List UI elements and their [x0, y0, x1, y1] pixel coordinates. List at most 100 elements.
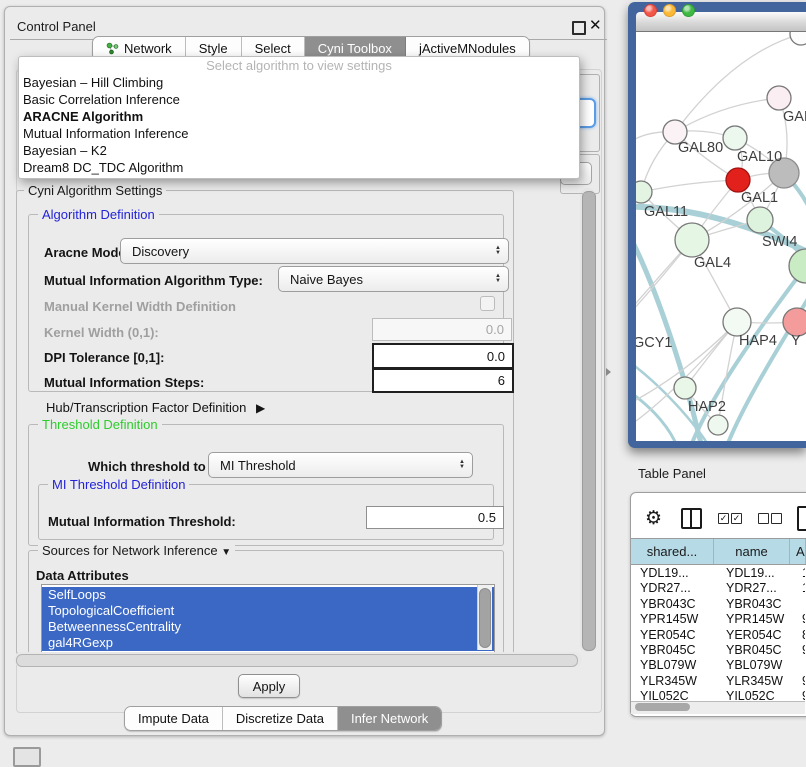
network-node[interactable] — [783, 308, 806, 336]
table-function-icon-partial[interactable] — [797, 506, 806, 531]
attr-list-scrollbar-thumb[interactable] — [479, 588, 491, 648]
table-cell: YER054C — [631, 628, 725, 643]
mi-steps-input[interactable]: 6 — [372, 368, 514, 393]
network-edge[interactable] — [636, 380, 678, 441]
tab-network-label: Network — [124, 41, 172, 56]
expand-right-icon: ▶ — [256, 401, 265, 415]
minimized-panel-icon[interactable] — [13, 747, 41, 767]
kernel-width-value: 0.0 — [486, 322, 504, 337]
network-node[interactable] — [675, 223, 709, 257]
network-edge[interactable] — [641, 180, 738, 192]
network-node[interactable] — [723, 126, 747, 150]
network-graph[interactable]: GALGAL80GAL10GAL1GAL11GAL4SWI4GCY1HAP4YH… — [636, 32, 806, 441]
apply-button[interactable]: Apply — [238, 674, 300, 698]
table-row[interactable]: YBL079WYBL079W — [631, 658, 805, 673]
network-edge[interactable] — [675, 98, 779, 132]
algorithm-option[interactable]: Bayesian – K2 — [19, 142, 579, 159]
data-attribute-item[interactable]: SelfLoops — [42, 587, 494, 603]
network-node[interactable] — [789, 249, 806, 283]
sources-title[interactable]: Sources for Network Inference ▼ — [38, 544, 235, 559]
panel-title: Control Panel — [17, 19, 96, 34]
float-window-icon[interactable] — [572, 21, 586, 35]
close-traffic-light[interactable] — [644, 4, 657, 17]
table-row[interactable]: YLR345WYLR345W9. — [631, 674, 805, 689]
tab-infer-network[interactable]: Infer Network — [338, 707, 441, 730]
table-cell: YBR045C — [631, 643, 725, 658]
table-body[interactable]: YDL19...YDL19...13YDR27...YDR27...12YBR0… — [631, 563, 805, 701]
table-row[interactable]: YDL19...YDL19...13 — [631, 566, 805, 581]
column-header-partial[interactable]: A — [790, 539, 806, 564]
combo-stepper-icon: ▲▼ — [495, 274, 501, 284]
unchecked-checkbox-icon[interactable] — [771, 513, 782, 524]
network-window-titlebar[interactable] — [636, 12, 806, 32]
which-threshold-combobox[interactable]: MI Threshold ▲▼ — [208, 452, 473, 478]
network-node[interactable] — [767, 86, 791, 110]
manual-kernel-label: Manual Kernel Width Definition — [44, 299, 236, 314]
manual-kernel-checkbox[interactable] — [480, 296, 495, 311]
combo-stepper-icon: ▲▼ — [495, 246, 501, 256]
table-row[interactable]: YBR045CYBR045C9. — [631, 643, 805, 658]
mi-type-value: Naive Bayes — [290, 272, 363, 287]
network-node[interactable] — [636, 181, 652, 203]
table-row[interactable]: YDR27...YDR27...12 — [631, 581, 805, 596]
data-attribute-item[interactable]: BetweennessCentrality — [42, 619, 494, 635]
tab-impute-data[interactable]: Impute Data — [125, 707, 223, 730]
table-cell: YPR145W — [631, 612, 725, 627]
table-row[interactable]: YPR145WYPR145W9. — [631, 612, 805, 627]
data-attribute-item[interactable]: TopologicalCoefficient — [42, 603, 494, 619]
network-icon — [106, 42, 119, 55]
checked-checkbox-icon[interactable]: ✓ — [718, 513, 729, 524]
mi-type-combobox[interactable]: Naive Bayes ▲▼ — [278, 266, 509, 292]
algorithm-option[interactable]: Bayesian – Hill Climbing — [19, 74, 579, 91]
hub-definition-toggle[interactable]: Hub/Transcription Factor Definition ▶ — [46, 400, 259, 415]
algorithm-option[interactable]: ARACNE Algorithm — [19, 108, 579, 125]
settings-hscrollbar-thumb[interactable] — [16, 654, 578, 667]
aracne-mode-combobox[interactable]: Discovery ▲▼ — [120, 238, 509, 264]
network-node[interactable] — [723, 308, 751, 336]
algorithm-option[interactable]: Basic Correlation Inference — [19, 91, 579, 108]
tab-jactivemnodules-label: jActiveMNodules — [419, 41, 516, 56]
table-row[interactable]: YIL052CYIL052C9. — [631, 689, 805, 701]
table-cell — [800, 597, 805, 612]
minimize-traffic-light[interactable] — [663, 4, 676, 17]
settings-vscrollbar-thumb[interactable] — [582, 191, 596, 651]
checked-checkbox-icon[interactable]: ✓ — [731, 513, 742, 524]
tab-discretize-data-label: Discretize Data — [236, 711, 324, 726]
dpi-tolerance-label: DPI Tolerance [0,1]: — [44, 350, 164, 365]
network-node-label: SWI4 — [762, 234, 797, 250]
column-header-shared-name[interactable]: shared... — [631, 539, 714, 564]
data-attribute-item[interactable]: gal4RGexp — [42, 635, 494, 651]
table-hscrollbar-thumb[interactable] — [635, 703, 690, 711]
table-cell: YPR145W — [725, 612, 800, 627]
network-node[interactable] — [790, 32, 806, 45]
split-columns-icon[interactable] — [681, 508, 702, 529]
zoom-traffic-light[interactable] — [682, 4, 695, 17]
tab-discretize-data[interactable]: Discretize Data — [223, 707, 338, 730]
column-header-name[interactable]: name — [714, 539, 790, 564]
data-attributes-list[interactable]: SelfLoopsTopologicalCoefficientBetweenne… — [41, 584, 495, 653]
close-icon[interactable]: ✕ — [589, 16, 602, 34]
table-row[interactable]: YBR043CYBR043C — [631, 597, 805, 612]
network-node[interactable] — [747, 207, 773, 233]
unchecked-checkbox-icon[interactable] — [758, 513, 769, 524]
dpi-tolerance-input[interactable]: 0.0 — [372, 343, 514, 369]
split-columns-divider — [690, 510, 692, 527]
network-node[interactable] — [726, 168, 750, 192]
table-cell: YDL19... — [725, 566, 800, 581]
network-node[interactable] — [674, 377, 696, 399]
table-cell: 8. — [800, 628, 805, 643]
network-canvas[interactable]: GALGAL80GAL10GAL1GAL11GAL4SWI4GCY1HAP4YH… — [636, 32, 806, 441]
network-node[interactable] — [708, 415, 728, 435]
mi-threshold-input[interactable]: 0.5 — [366, 506, 504, 529]
mi-threshold-value: 0.5 — [478, 510, 496, 525]
table-cell: YBL079W — [725, 658, 800, 673]
kernel-width-input[interactable]: 0.0 — [372, 318, 512, 341]
table-row[interactable]: YER054CYER054C8. — [631, 628, 805, 643]
which-threshold-value: MI Threshold — [220, 458, 296, 473]
data-attributes-label: Data Attributes — [36, 568, 129, 583]
panel-divider-arrow-icon[interactable] — [606, 368, 611, 376]
algorithm-option[interactable]: Mutual Information Inference — [19, 125, 579, 142]
gear-icon[interactable]: ⚙ — [645, 507, 662, 530]
algorithm-option[interactable]: Dream8 DC_TDC Algorithm — [19, 159, 579, 176]
table-cell: YLR345W — [725, 674, 800, 689]
